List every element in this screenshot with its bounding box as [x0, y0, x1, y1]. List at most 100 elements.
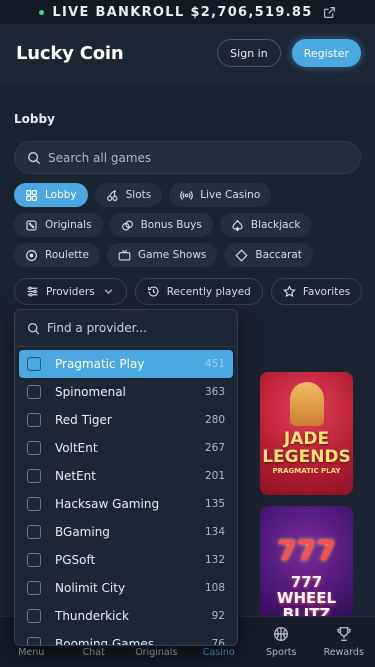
category-label: Originals: [45, 219, 92, 231]
filter-bar: Providers Recently played Favorites: [14, 278, 363, 305]
provider-count: 201: [204, 470, 225, 482]
category-label: Bonus Buys: [140, 219, 202, 231]
category-roulette[interactable]: Roulette: [14, 243, 100, 267]
category-game-shows[interactable]: Game Shows: [106, 243, 218, 267]
provider-count: 134: [204, 526, 225, 538]
search-icon: [27, 322, 40, 334]
sign-in-button[interactable]: Sign in: [217, 39, 281, 67]
provider-option[interactable]: PGSoft 132: [19, 546, 233, 574]
category-bonus-buys[interactable]: Bonus Buys: [109, 213, 213, 237]
provider-name: Red Tiger: [55, 413, 112, 427]
category-label: Blackjack: [250, 219, 301, 231]
game-tile-jade-legends[interactable]: JADE LEGENDS PRAGMATIC PLAY: [260, 372, 353, 495]
nav-label: Chat: [82, 647, 105, 658]
diamond-icon: [235, 248, 248, 262]
nav-sports[interactable]: Sports: [250, 617, 313, 667]
category-label: Live Casino: [200, 189, 261, 201]
external-link-icon[interactable]: [323, 6, 336, 19]
live-indicator-dot: [39, 9, 45, 15]
provider-name: Hacksaw Gaming: [55, 497, 160, 511]
game-title: JADE LEGENDS: [260, 430, 353, 466]
provider-name: VoltEnt: [55, 441, 98, 455]
nav-label: Rewards: [323, 647, 364, 658]
favorites-button[interactable]: Favorites: [270, 278, 363, 305]
nav-label: Casino: [202, 647, 235, 658]
provider-count: 363: [204, 386, 225, 398]
provider-name: Pragmatic Play: [55, 357, 145, 371]
category-blackjack[interactable]: Blackjack: [219, 213, 312, 237]
game-title-line: 777 WHEEL: [276, 573, 337, 607]
chevron-down-icon: [104, 289, 112, 295]
provider-option[interactable]: Red Tiger 280: [19, 406, 233, 434]
checkbox[interactable]: [27, 469, 41, 483]
recently-played-button[interactable]: Recently played: [134, 278, 263, 305]
live-bankroll-label: LIVE BANKROLL: [52, 4, 185, 20]
checkbox[interactable]: [27, 413, 41, 427]
provider-option[interactable]: NetEnt 201: [19, 462, 233, 490]
providers-filter-label: Providers: [46, 285, 95, 298]
provider-name: Thunderkick: [55, 609, 129, 623]
dice-icon: [26, 219, 37, 231]
checkbox[interactable]: [27, 525, 41, 539]
checkbox[interactable]: [27, 385, 41, 399]
tv-icon: [118, 249, 131, 261]
provider-option[interactable]: Spinomenal 363: [19, 378, 233, 406]
provider-option[interactable]: BGaming 134: [19, 518, 233, 546]
provider-option[interactable]: Thunderkick 92: [19, 602, 233, 630]
provider-name: BGaming: [55, 525, 110, 539]
provider-option[interactable]: Hacksaw Gaming 135: [19, 490, 233, 518]
provider-count: 451: [204, 358, 225, 370]
checkbox[interactable]: [27, 609, 41, 623]
checkbox[interactable]: [27, 497, 41, 511]
nav-rewards[interactable]: Rewards: [313, 617, 375, 667]
category-live-casino[interactable]: Live Casino: [169, 183, 272, 207]
checkbox[interactable]: [27, 637, 41, 645]
nav-label: Originals: [135, 647, 178, 658]
provider-name: Spinomenal: [55, 385, 126, 399]
providers-dropdown: Find a provider... Pragmatic Play 451 Spi…: [14, 309, 238, 646]
category-label: Lobby: [45, 189, 77, 201]
provider-search-placeholder: Find a provider...: [47, 321, 147, 335]
provider-count: 280: [204, 414, 225, 426]
checkbox[interactable]: [27, 553, 41, 567]
basketball-icon: [274, 626, 289, 642]
category-baccarat[interactable]: Baccarat: [224, 243, 313, 267]
nav-label: Sports: [266, 647, 297, 658]
star-icon: [283, 285, 296, 298]
provider-name: PGSoft: [55, 553, 96, 567]
register-button[interactable]: Register: [291, 39, 361, 67]
app-header: Lucky Coin Sign in Register: [0, 24, 375, 82]
roulette-icon: [26, 249, 37, 261]
category-originals[interactable]: Originals: [14, 213, 103, 237]
provider-count: 76: [211, 638, 225, 646]
logo[interactable]: Lucky Coin: [16, 43, 124, 64]
category-label: Slots: [125, 189, 152, 201]
category-slots[interactable]: Slots: [94, 183, 163, 207]
provider-count: 267: [204, 442, 225, 454]
provider-option[interactable]: VoltEnt 267: [19, 434, 233, 462]
history-icon: [147, 286, 159, 297]
game-provider: PRAGMATIC PLAY: [272, 467, 341, 475]
provider-option[interactable]: Pragmatic Play 451: [19, 350, 233, 378]
grid-icon: [26, 189, 37, 201]
checkbox[interactable]: [27, 581, 41, 595]
coins-icon: [121, 219, 133, 231]
search-placeholder: Search all games: [48, 150, 152, 165]
game-search-input[interactable]: Search all games: [14, 141, 361, 174]
provider-option[interactable]: Booming Games 76: [19, 630, 233, 646]
live-bankroll-amount: $2,706,519.85: [190, 4, 313, 20]
category-lobby[interactable]: Lobby: [14, 183, 88, 207]
game-title-line: LEGENDS: [262, 447, 351, 467]
provider-option[interactable]: Nolimit City 108: [19, 574, 233, 602]
game-tile-777-wheel-blitz[interactable]: 777 777 WHEEL BLITZ: [260, 506, 353, 629]
provider-name: Nolimit City: [55, 581, 126, 595]
checkbox[interactable]: [27, 441, 41, 455]
trophy-icon: [337, 626, 351, 642]
game-title-line: JADE: [283, 429, 330, 449]
game-artwork: [290, 382, 324, 426]
provider-search-input[interactable]: Find a provider...: [15, 310, 237, 347]
provider-count: 135: [204, 498, 225, 510]
checkbox[interactable]: [27, 357, 41, 371]
providers-filter-button[interactable]: Providers: [14, 278, 127, 305]
category-label: Game Shows: [137, 249, 207, 261]
